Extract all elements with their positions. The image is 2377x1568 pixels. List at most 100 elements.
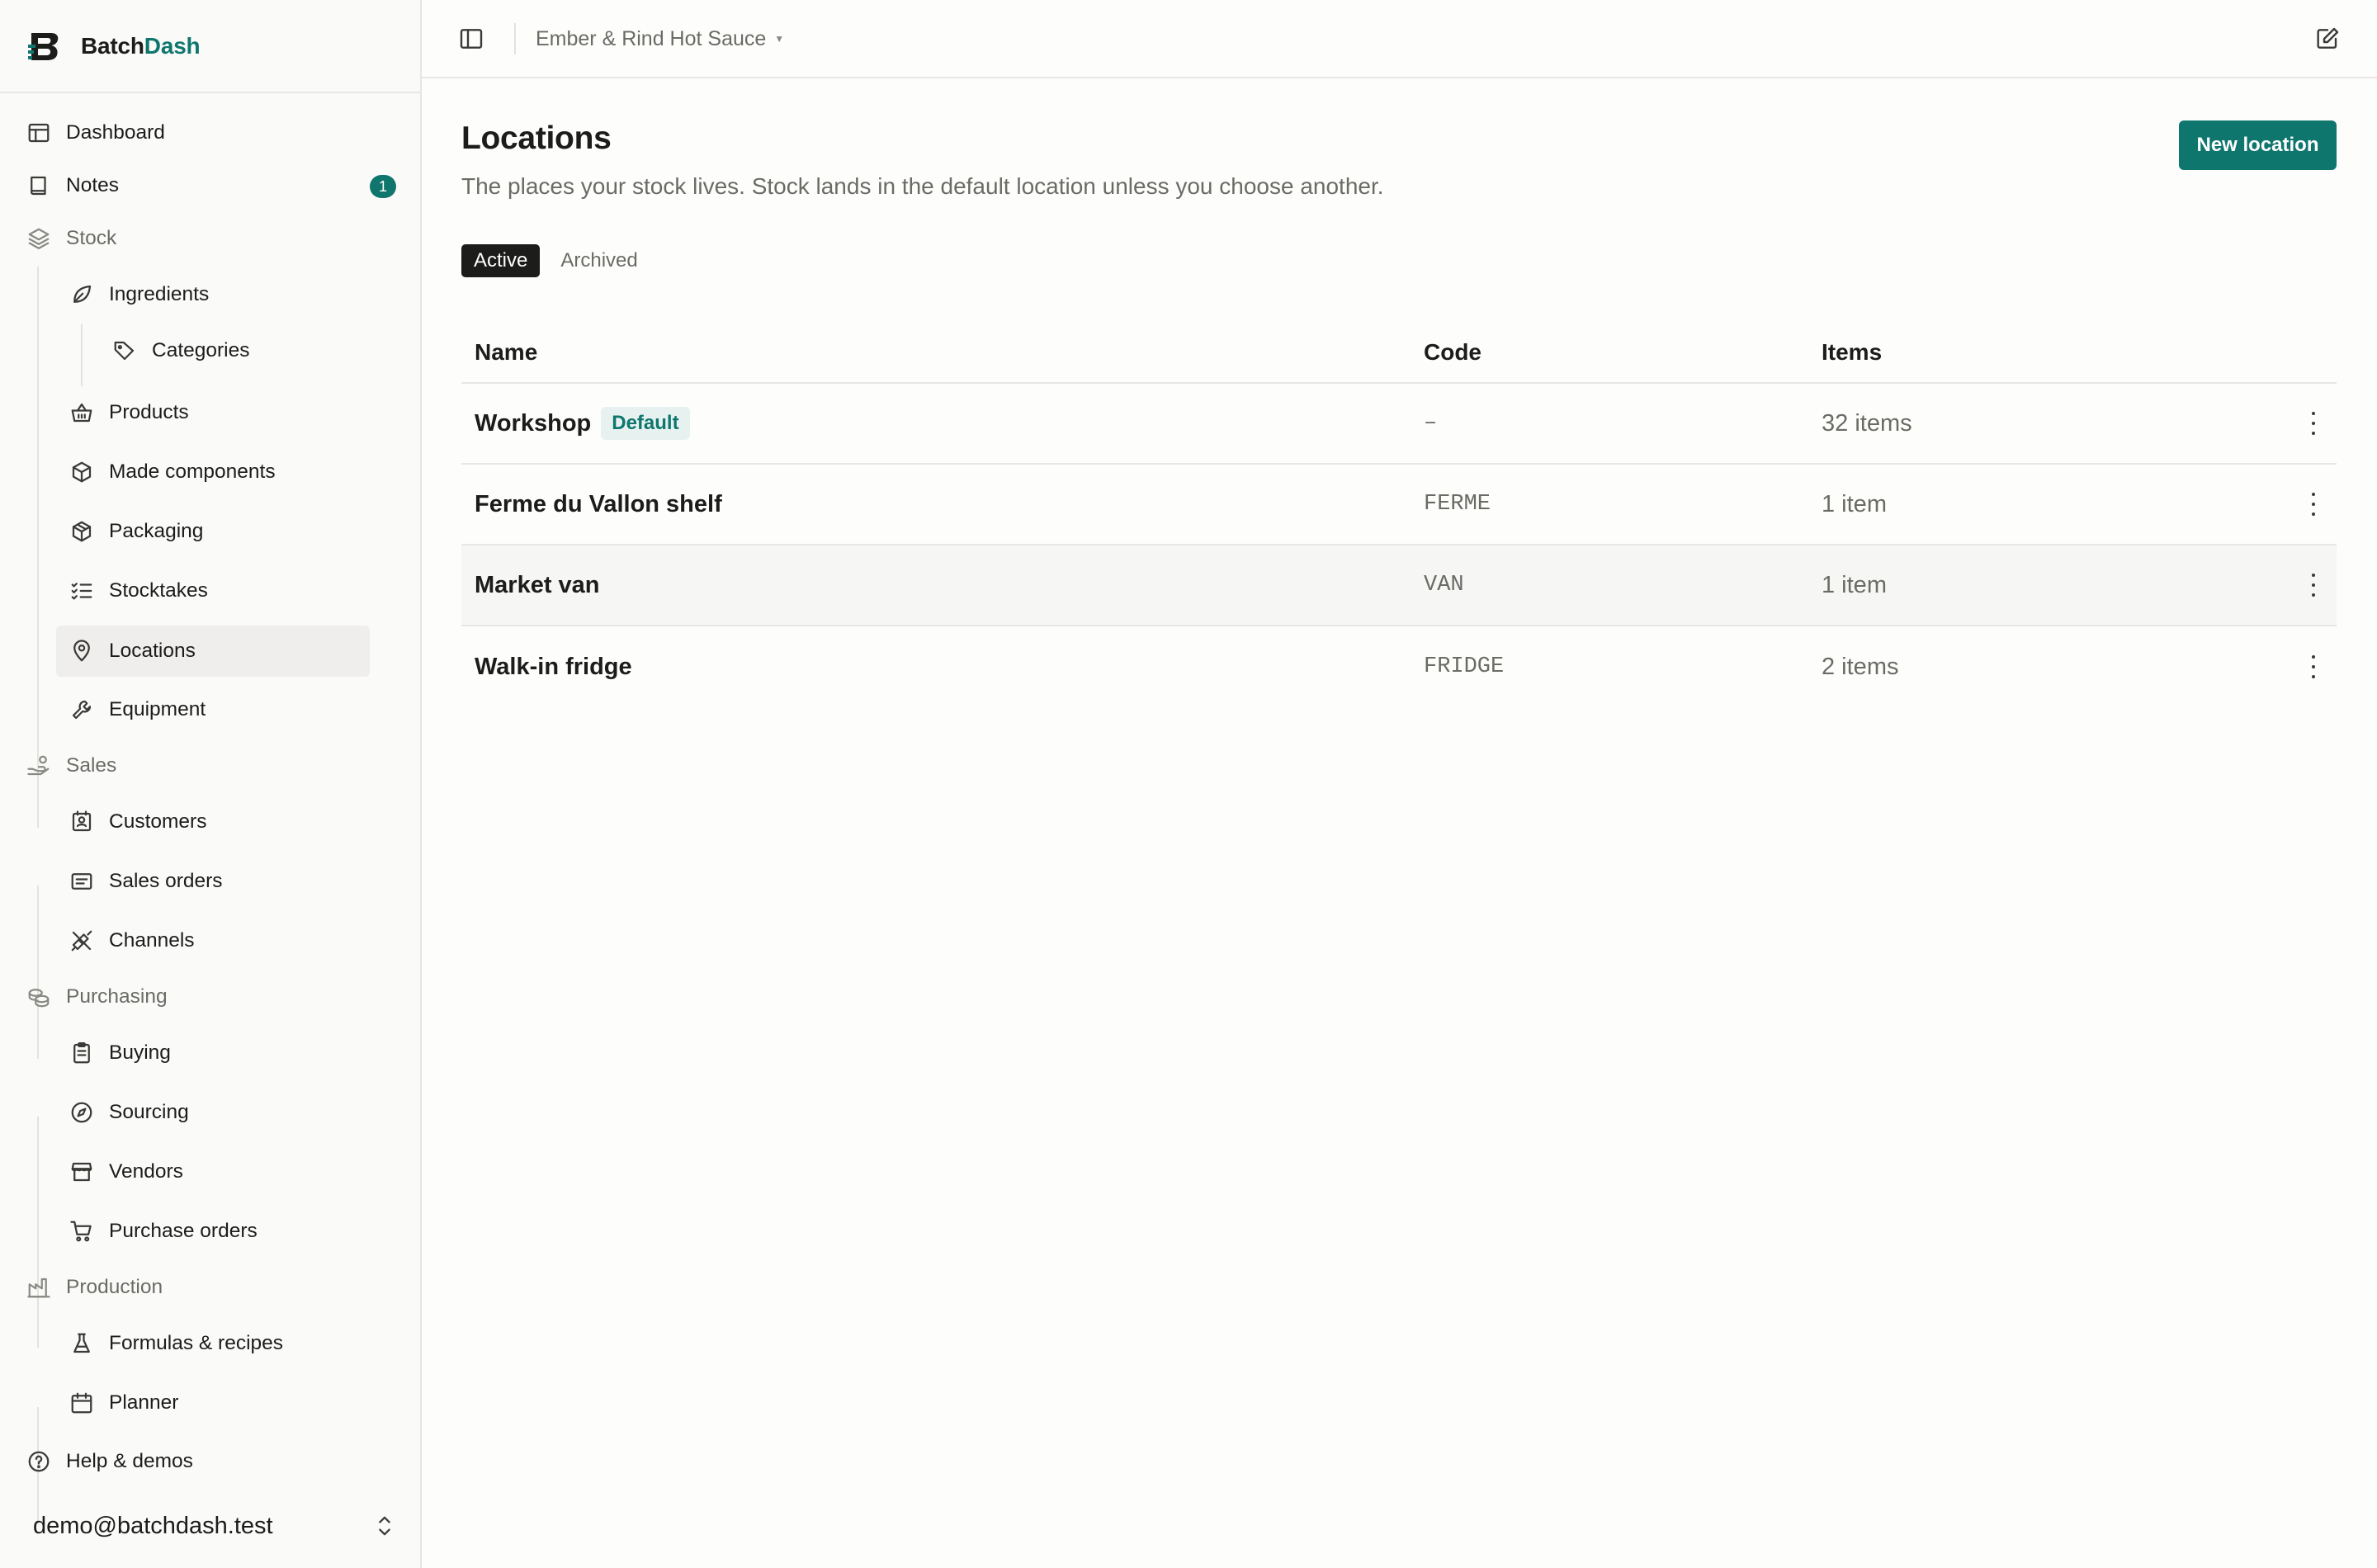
topbar: Ember & Rind Hot Sauce ▼ — [422, 0, 2377, 78]
row-actions-button[interactable] — [2290, 655, 2337, 678]
location-name: Workshop — [475, 409, 592, 437]
sidebar-item-made-components[interactable]: Made components — [69, 446, 370, 498]
workspace-switcher[interactable]: Ember & Rind Hot Sauce ▼ — [536, 23, 784, 54]
sidebar-item-purchase-orders[interactable]: Purchase orders — [69, 1206, 370, 1257]
square-pen-icon — [2317, 27, 2339, 49]
sidebar-item-label: Vendors — [109, 1160, 183, 1183]
row-actions-button[interactable] — [2290, 412, 2337, 435]
receipt-icon — [69, 869, 94, 894]
cube-icon — [69, 460, 94, 484]
tree-line-purchasing — [37, 1117, 39, 1348]
location-name-cell: Market van — [461, 572, 1424, 599]
toggle-sidebar-button[interactable] — [458, 26, 484, 52]
more-vertical-icon — [2310, 493, 2317, 516]
status-tabs: Active Archived — [461, 244, 650, 277]
location-items: 2 items — [1822, 653, 1899, 680]
sidebar-item-label: Sales — [66, 754, 117, 777]
batchdash-logo-icon — [28, 32, 59, 60]
sidebar-item-products[interactable]: Products — [69, 387, 370, 438]
sidebar-item-label: Purchase orders — [109, 1220, 258, 1242]
sidebar-item-label: Products — [109, 401, 189, 423]
sidebar-item-label: Buying — [109, 1041, 171, 1064]
table-row[interactable]: Workshop Default – 32 items — [461, 384, 2337, 465]
page-subtitle: The places your stock lives. Stock lands… — [461, 173, 1384, 199]
sidebar-item-channels[interactable]: Channels — [69, 915, 370, 966]
row-actions-button[interactable] — [2290, 493, 2337, 516]
sidebar-section-purchasing[interactable]: Purchasing — [26, 971, 396, 1023]
sidebar-item-label: Packaging — [109, 520, 204, 542]
sidebar-item-label: Help & demos — [66, 1450, 193, 1472]
sidebar-item-label: Locations — [109, 640, 196, 662]
sidebar-item-notes[interactable]: Notes 1 — [26, 160, 396, 211]
dashboard-icon — [26, 120, 51, 145]
sidebar-item-planner[interactable]: Planner — [69, 1377, 370, 1429]
sidebar-item-dashboard[interactable]: Dashboard — [26, 107, 396, 158]
sidebar-item-packaging[interactable]: Packaging — [69, 506, 370, 557]
location-name-cell: Walk-in fridge — [461, 654, 1424, 681]
edit-button[interactable] — [2314, 26, 2341, 52]
sidebar-item-label: Ingredients — [109, 283, 210, 305]
sidebar-item-sales-orders[interactable]: Sales orders — [69, 856, 370, 907]
flask-icon — [69, 1331, 94, 1356]
column-header-name[interactable]: Name — [461, 339, 1424, 366]
sidebar-section-sales[interactable]: Sales — [26, 740, 396, 791]
sidebar-item-label: Stocktakes — [109, 579, 208, 602]
user-account-switcher[interactable]: demo@batchdash.test — [33, 1507, 396, 1545]
user-email: demo@batchdash.test — [33, 1512, 273, 1539]
sidebar-section-production[interactable]: Production — [26, 1262, 396, 1313]
sidebar-item-vendors[interactable]: Vendors — [69, 1146, 370, 1197]
more-vertical-icon — [2310, 655, 2317, 678]
sidebar-item-stocktakes[interactable]: Stocktakes — [69, 565, 370, 616]
location-name-cell: Ferme du Vallon shelf — [461, 491, 1424, 518]
sidebar-item-label: Sales orders — [109, 870, 223, 892]
map-pin-icon — [69, 639, 94, 664]
brand[interactable]: BatchDash — [0, 0, 420, 93]
sidebar-item-label: Made components — [109, 460, 276, 483]
hand-coin-icon — [26, 753, 51, 778]
sidebar-item-locations[interactable]: Locations — [56, 626, 370, 677]
table-row[interactable]: Market van VAN 1 item — [461, 545, 2337, 626]
sidebar-item-label: Production — [66, 1276, 163, 1298]
topbar-divider — [514, 23, 516, 54]
more-vertical-icon — [2310, 574, 2317, 597]
tab-active[interactable]: Active — [461, 244, 541, 277]
sidebar-item-label: Equipment — [109, 698, 206, 720]
page-title: Locations — [461, 120, 612, 156]
sidebar-item-label: Dashboard — [66, 121, 165, 144]
location-code: FERME — [1424, 492, 1491, 517]
table-row[interactable]: Ferme du Vallon shelf FERME 1 item — [461, 465, 2337, 545]
column-header-code[interactable]: Code — [1424, 339, 1822, 366]
table-row[interactable]: Walk-in fridge FRIDGE 2 items — [461, 626, 2337, 707]
location-name-cell: Workshop Default — [461, 407, 1424, 440]
help-circle-icon — [26, 1449, 51, 1474]
sidebar-panel-icon — [460, 29, 483, 49]
row-actions-button[interactable] — [2290, 574, 2337, 597]
sidebar-item-buying[interactable]: Buying — [69, 1027, 370, 1079]
book-icon — [26, 173, 51, 198]
sidebar-item-label: Notes — [66, 174, 120, 196]
tab-archived[interactable]: Archived — [548, 244, 650, 277]
sidebar-item-customers[interactable]: Customers — [69, 796, 370, 848]
location-code: – — [1424, 411, 1438, 436]
more-vertical-icon — [2310, 412, 2317, 435]
sidebar-item-label: Purchasing — [66, 985, 168, 1008]
new-location-button[interactable]: New location — [2179, 120, 2337, 170]
sidebar-item-formulas-recipes[interactable]: Formulas & recipes — [69, 1318, 370, 1369]
sidebar-item-equipment[interactable]: Equipment — [69, 684, 370, 735]
brand-name: BatchDash — [81, 32, 201, 59]
package-icon — [69, 519, 94, 544]
location-items: 1 item — [1822, 571, 1887, 598]
sidebar: BatchDash Dashboard Notes 1 Stock Ingred… — [0, 0, 422, 1568]
location-name: Walk-in fridge — [475, 653, 632, 680]
sidebar-item-sourcing[interactable]: Sourcing — [69, 1087, 370, 1138]
locations-table: Name Code Items Workshop Default – 32 it… — [461, 322, 2337, 707]
sidebar-item-help-demos[interactable]: Help & demos — [26, 1436, 396, 1487]
sidebar-item-label: Stock — [66, 227, 117, 249]
sidebar-item-ingredients[interactable]: Ingredients — [69, 269, 370, 320]
sidebar-section-stock[interactable]: Stock — [26, 213, 396, 264]
tag-icon — [112, 338, 137, 363]
column-header-items[interactable]: Items — [1822, 339, 2290, 366]
store-icon — [69, 1159, 94, 1184]
sidebar-item-label: Sourcing — [109, 1101, 189, 1123]
sidebar-item-categories[interactable]: Categories — [112, 325, 370, 376]
